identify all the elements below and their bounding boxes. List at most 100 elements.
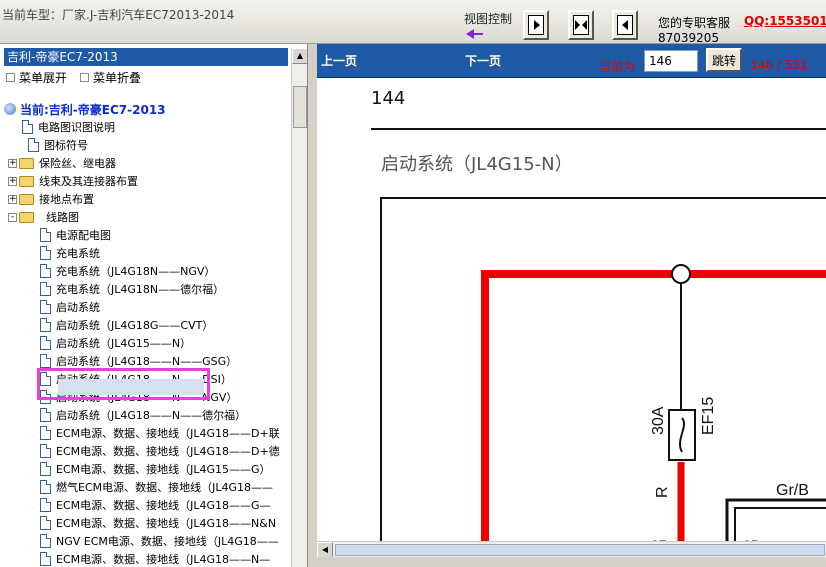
tree-item[interactable]: 充电系统（JL4G18N——德尔福） <box>40 280 224 298</box>
tree-item[interactable]: ECM电源、数据、接地线（JL4G18——N&N <box>40 514 276 532</box>
tree-item-label: ECM电源、数据、接地线（JL4G18——D+联 <box>56 427 280 440</box>
splice-node <box>671 264 691 284</box>
top-toolbar: 当前车型：厂家.J-吉利汽车EC72013-2014 视图控制 您的专职客服 Q… <box>0 0 826 45</box>
tree-item[interactable]: 图标符号 <box>28 136 88 154</box>
status-strip <box>317 557 826 567</box>
checkbox-icon[interactable] <box>80 73 89 82</box>
qq-contact-link[interactable]: QQ:15535013 <box>744 14 826 28</box>
tree-scrollbar[interactable]: ▲ <box>291 48 307 567</box>
tree-item-label: ECM电源、数据、接地线（JL4G18——N&N <box>56 517 277 530</box>
tree-item[interactable]: ECM电源、数据、接地线（JL4G15——G） <box>40 460 271 478</box>
tree-item-label: 充电系统（JL4G18N——德尔福） <box>56 283 225 296</box>
tree-item[interactable]: ECM电源、数据、接地线（JL4G18——D+德 <box>40 442 280 460</box>
tree-item[interactable]: NGV ECM电源、数据、接地线（JL4G18—— <box>40 532 279 550</box>
hscrollbar-thumb[interactable] <box>335 544 825 556</box>
tree-item[interactable]: 燃气ECM电源、数据、接地线（JL4G18—— <box>40 478 273 496</box>
tree-folder[interactable]: + 保险丝、继电器 <box>8 154 116 172</box>
jump-button[interactable]: 跳转 <box>706 48 742 72</box>
service-tel: 87039205 <box>658 31 720 45</box>
tree-folder[interactable]: + 线束及其连接器布置 <box>8 172 138 190</box>
folder-icon <box>19 211 34 223</box>
document-icon <box>40 498 51 512</box>
checkbox-icon[interactable] <box>6 73 15 82</box>
expand-icon[interactable]: + <box>8 158 17 168</box>
car-model-title: 当前车型：厂家.J-吉利汽车EC72013-2014 <box>2 8 235 22</box>
tree-item-label: ECM电源、数据、接地线（JL4G18——G— <box>56 499 271 512</box>
menu-expand-option[interactable]: 菜单展开 <box>6 69 67 86</box>
document-icon <box>40 372 51 386</box>
current-node[interactable]: 当前:吉利-帝豪EC7-2013 <box>4 100 166 118</box>
menu-collapse-label: 菜单折叠 <box>93 71 142 85</box>
tree-item[interactable]: ECM电源、数据、接地线（JL4G18——G— <box>40 496 271 514</box>
tree-item[interactable]: 启动系统（JL4G18——N——德尔福） <box>40 406 246 424</box>
document-icon <box>28 138 39 152</box>
folder-icon <box>19 157 34 169</box>
tree-item[interactable]: ECM电源、数据、接地线（JL4G18——D+联 <box>40 424 280 442</box>
document-icon <box>40 516 51 530</box>
document-icon <box>40 552 51 566</box>
tree-item[interactable]: 充电系统 <box>40 244 100 262</box>
tree-item-label: 启动系统（JL4G15——N） <box>56 337 192 350</box>
document-icon <box>40 390 51 404</box>
tree-item-label: 充电系统（JL4G18N——NGV） <box>56 265 216 278</box>
expand-icon[interactable]: + <box>8 194 17 204</box>
tree-item[interactable]: 启动系统 <box>40 298 100 316</box>
tree-item-label: 启动系统（JL4G18——N——GSG） <box>56 355 238 368</box>
tree-item-label: 线束及其连接器布置 <box>39 175 138 188</box>
tree-item-label: 线路图 <box>46 211 79 224</box>
globe-icon <box>4 103 16 115</box>
tree-item-label: 电路图识图说明 <box>38 121 115 134</box>
document-hscrollbar[interactable]: ◀ <box>317 541 826 558</box>
split-arrows-icon <box>575 20 587 30</box>
prev-page-link[interactable]: 上一页 <box>321 52 357 69</box>
tree-item-label: ECM电源、数据、接地线（JL4G18——D+德 <box>56 445 280 458</box>
tree-folder[interactable]: - 线路图 <box>8 208 79 226</box>
collapse-icon[interactable]: - <box>8 212 17 222</box>
document-icon <box>40 228 51 242</box>
show-right-pane-button[interactable] <box>612 10 638 40</box>
document-icon <box>40 246 51 260</box>
service-label: 您的专职客服 <box>658 16 731 30</box>
document-view[interactable]: 144 启动系统（JL4G15-N） 30A EF15 R Gr/B 27 25 <box>317 78 826 541</box>
document-icon <box>40 462 51 476</box>
expand-icon[interactable]: + <box>8 176 17 186</box>
tree-item[interactable]: 启动系统（JL4G18——N——GSG） <box>40 352 237 370</box>
view-control-icon <box>466 29 483 39</box>
scrollbar-thumb[interactable] <box>293 86 307 128</box>
tree-item[interactable]: 启动系统（JL4G18G——CVT） <box>40 316 213 334</box>
scroll-up-icon[interactable]: ▲ <box>292 48 307 64</box>
scroll-left-icon[interactable]: ◀ <box>317 542 333 558</box>
fuse-id: EF15 <box>700 397 717 435</box>
tree-item-label: 保险丝、继电器 <box>39 157 116 170</box>
document-icon <box>40 264 51 278</box>
show-left-pane-button[interactable] <box>523 10 549 40</box>
tree-item[interactable]: 电路图识图说明 <box>22 118 115 136</box>
page-number-input[interactable] <box>644 50 698 72</box>
fuse-rating: 30A <box>650 406 667 435</box>
tree-item[interactable]: 启动系统（JL4G15——N） <box>40 334 191 352</box>
document-icon <box>40 336 51 350</box>
tree-item-label: 电源配电图 <box>56 229 111 242</box>
next-page-link[interactable]: 下一页 <box>465 52 501 69</box>
tree-item[interactable]: 充电系统（JL4G18N——NGV） <box>40 262 215 280</box>
menu-expand-label: 菜单展开 <box>19 71 68 85</box>
document-icon <box>40 426 51 440</box>
menu-collapse-option[interactable]: 菜单折叠 <box>80 69 141 86</box>
tree-item-label: 启动系统 <box>56 301 100 314</box>
tree-item[interactable]: ECM电源、数据、接地线（JL4G18——N— <box>40 550 270 567</box>
arrow-left-icon <box>622 20 628 30</box>
document-icon <box>22 120 33 134</box>
document-icon <box>40 318 51 332</box>
tree-item[interactable]: 电源配电图 <box>40 226 111 244</box>
document-icon <box>40 408 51 422</box>
split-view-button[interactable] <box>568 10 594 40</box>
tree-panel: 吉利-帝豪EC7-2013 菜单展开 菜单折叠 当前:吉利-帝豪EC7-2013… <box>0 44 308 567</box>
pane-divider[interactable] <box>308 44 317 567</box>
wire-color-grb: Gr/B <box>776 482 809 499</box>
wire-color-r: R <box>654 486 671 498</box>
wiring-diagram: 30A EF15 R Gr/B 27 25 <box>380 197 826 541</box>
document-icon <box>40 444 51 458</box>
tree-item-label: ECM电源、数据、接地线（JL4G18——N— <box>56 553 271 566</box>
tree-header: 吉利-帝豪EC7-2013 <box>4 48 288 66</box>
tree-folder[interactable]: + 接地点布置 <box>8 190 94 208</box>
